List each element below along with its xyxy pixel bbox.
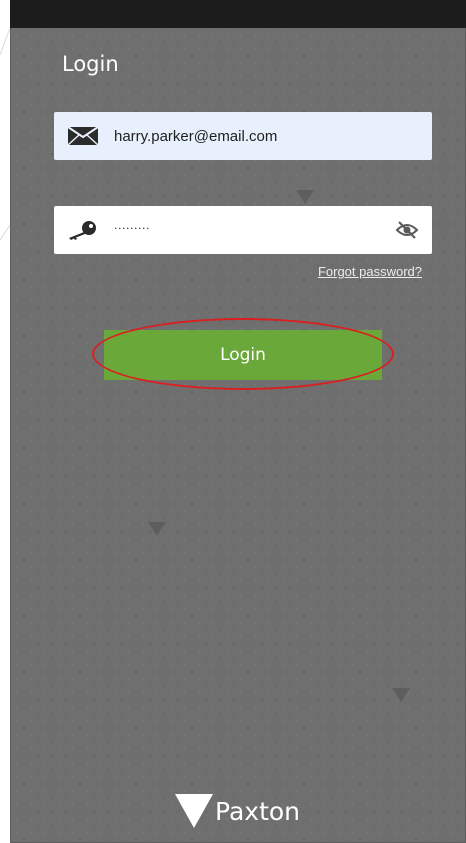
- password-input[interactable]: ·········: [114, 223, 394, 234]
- envelope-icon: [66, 125, 100, 147]
- forgot-password-link[interactable]: Forgot password?: [318, 264, 422, 279]
- decorative-triangle: [392, 688, 410, 702]
- login-button[interactable]: Login: [104, 330, 382, 380]
- eye-slash-icon[interactable]: [394, 219, 420, 241]
- status-bar: [10, 0, 466, 28]
- brand-name: Paxton: [215, 796, 301, 826]
- phone-screen: Login ·········: [10, 0, 466, 843]
- paxton-triangle-logo: [175, 794, 213, 828]
- decorative-triangle: [148, 522, 166, 536]
- password-field[interactable]: ·········: [54, 206, 432, 254]
- page-title: Login: [62, 52, 119, 76]
- email-input[interactable]: [114, 127, 432, 145]
- screenshot-canvas: Login ·········: [0, 0, 466, 843]
- key-icon: [66, 219, 100, 241]
- decorative-triangle: [296, 190, 314, 204]
- brand-logo: Paxton: [175, 794, 300, 828]
- email-field[interactable]: [54, 112, 432, 160]
